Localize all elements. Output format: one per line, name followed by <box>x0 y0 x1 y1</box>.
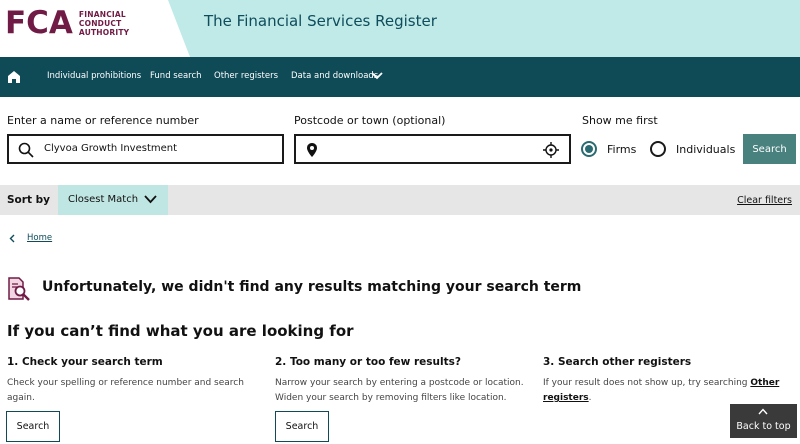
crosshair-icon[interactable] <box>543 142 559 158</box>
site-header: FCA FINANCIAL CONDUCT AUTHORITY The Fina… <box>0 0 800 57</box>
name-field-label: Enter a name or reference number <box>7 114 199 127</box>
main-nav: Individual prohibitions Fund search Othe… <box>0 57 800 97</box>
help-col-1-search-button[interactable]: Search <box>6 411 60 442</box>
help-col-2-text: Narrow your search by entering a postcod… <box>275 378 524 403</box>
help-col-1-title: 1. Check your search term <box>7 356 163 368</box>
back-to-top-button[interactable]: Back to top <box>730 404 797 438</box>
help-col-1-text: Check your spelling or reference number … <box>7 378 244 403</box>
firms-radio[interactable] <box>581 141 597 157</box>
no-results-message: Unfortunately, we didn't find any result… <box>42 279 582 295</box>
page-title[interactable]: The Financial Services Register <box>204 12 437 30</box>
search-button[interactable]: Search <box>743 134 796 164</box>
nav-item-other-registers[interactable]: Other registers <box>214 71 278 81</box>
help-col-2-title: 2. Too many or too few results? <box>275 356 461 368</box>
chevron-up-icon <box>758 408 768 415</box>
nav-item-fund-search[interactable]: Fund search <box>150 71 202 81</box>
help-col-3-text-suffix: . <box>588 393 592 403</box>
logo-mark: FCA <box>5 5 73 41</box>
nav-item-data-and-downloads[interactable]: Data and downloads <box>291 71 378 81</box>
back-to-top-label: Back to top <box>736 421 791 432</box>
logo-text: FINANCIAL CONDUCT AUTHORITY <box>79 10 129 37</box>
sort-by-label: Sort by <box>7 194 50 206</box>
location-pin-icon <box>307 143 317 157</box>
name-search-value: Clyvoa Growth Investment <box>44 143 178 154</box>
chevron-down-icon <box>144 195 157 204</box>
help-col-3-text-prefix: If your result does not show up, try sea… <box>543 378 751 388</box>
search-icon <box>18 142 34 158</box>
logo-line-3: AUTHORITY <box>78 27 130 37</box>
sort-select[interactable]: Closest Match <box>58 185 168 215</box>
name-search-input[interactable]: Clyvoa Growth Investment <box>7 134 284 164</box>
document-search-icon <box>8 277 30 301</box>
postcode-field-label: Postcode or town (optional) <box>294 114 446 127</box>
help-section-title: If you can’t find what you are looking f… <box>7 322 354 340</box>
home-icon[interactable] <box>7 70 21 84</box>
help-col-3-title: 3. Search other registers <box>543 356 692 368</box>
sort-bar: Sort by Closest Match Clear filters <box>0 185 800 215</box>
postcode-input[interactable] <box>294 134 571 164</box>
individuals-radio[interactable] <box>650 141 666 157</box>
fca-logo[interactable]: FCA FINANCIAL CONDUCT AUTHORITY <box>5 6 129 40</box>
help-col-3-text: If your result does not show up, try sea… <box>543 376 793 406</box>
clear-filters-link[interactable]: Clear filters <box>737 195 792 206</box>
logo-line-2: CONDUCT <box>78 18 122 28</box>
logo-line-1: FINANCIAL <box>78 9 126 19</box>
nav-item-individual-prohibitions[interactable]: Individual prohibitions <box>47 71 141 81</box>
individuals-radio-label[interactable]: Individuals <box>676 143 735 156</box>
chevron-left-icon <box>9 234 15 243</box>
breadcrumb-home[interactable]: Home <box>27 233 52 243</box>
chevron-down-icon[interactable] <box>371 72 383 80</box>
sort-selected-value: Closest Match <box>68 194 139 205</box>
show-me-first-label: Show me first <box>582 114 658 127</box>
firms-radio-label[interactable]: Firms <box>607 143 636 156</box>
help-col-2-search-button[interactable]: Search <box>275 411 329 442</box>
